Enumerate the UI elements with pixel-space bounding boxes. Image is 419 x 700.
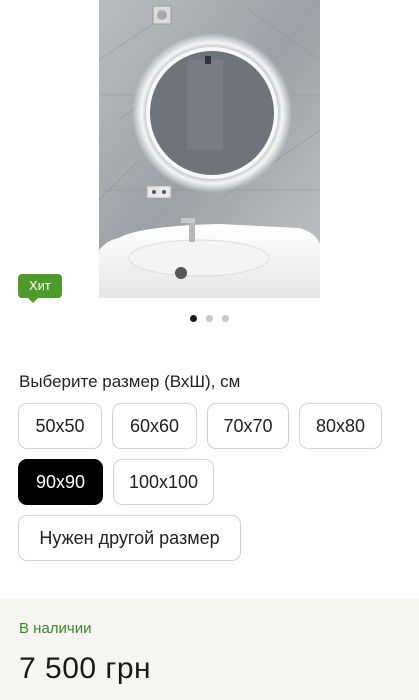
size-option-50x50[interactable]: 50x50 [18,403,102,449]
carousel-dot[interactable] [222,315,229,322]
product-photo[interactable] [99,0,320,298]
carousel-dot[interactable] [190,315,197,322]
size-picker-label: Выберите размер (ВхШ), см [19,372,241,391]
product-gallery[interactable]: Хит [0,0,419,330]
availability-panel: В наличии 7 500 грн [0,598,419,700]
other-size-button[interactable]: Нужен другой размер [18,515,241,561]
size-option-100x100[interactable]: 100x100 [113,459,214,505]
mirror-illustration [99,0,320,298]
size-option-70x70[interactable]: 70x70 [207,403,289,449]
product-price: 7 500 грн [19,652,152,685]
size-option-60x60[interactable]: 60x60 [112,403,197,449]
carousel-dot[interactable] [206,315,213,322]
size-option-80x80[interactable]: 80x80 [299,403,382,449]
hit-badge: Хит [18,274,62,303]
carousel-dots [0,315,419,322]
stock-status: В наличии [19,620,92,637]
size-option-90x90[interactable]: 90x90 [18,459,103,505]
